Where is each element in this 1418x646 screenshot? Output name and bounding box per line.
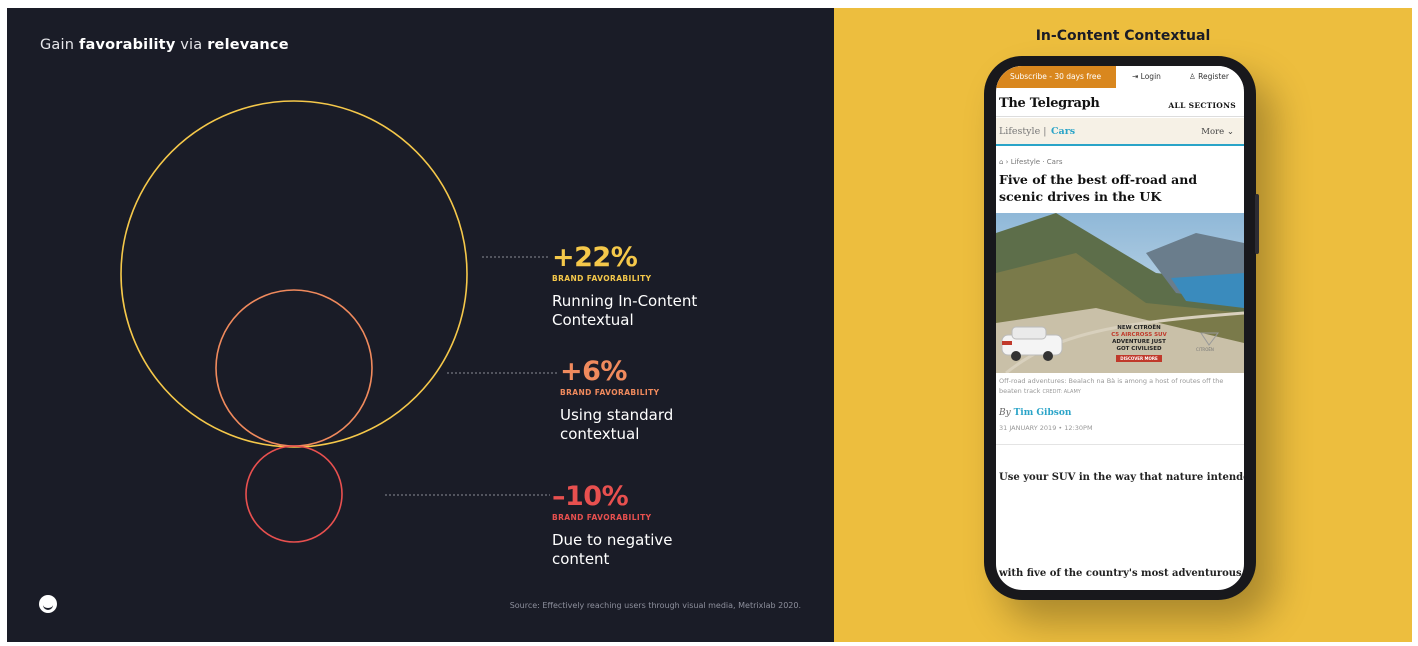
all-sections-link[interactable]: ALL SECTIONS	[1168, 101, 1236, 110]
publish-date: 31 JANUARY 2019 • 12:30PM	[999, 424, 1093, 432]
example-panel: In-Content Contextual Subscribe - 30 day…	[834, 8, 1412, 642]
small-circle	[245, 445, 343, 543]
stat-standard-contextual: +6% BRAND FAVORABILITY Using standard con…	[560, 358, 673, 444]
divider	[996, 444, 1244, 445]
breadcrumb: ⌂ › Lifestyle · Cars	[999, 158, 1063, 166]
ad-brand: CITROËN	[1196, 347, 1214, 352]
site-logo[interactable]: The Telegraph	[999, 96, 1100, 111]
section-link-lifestyle[interactable]: Lifestyle |	[999, 126, 1046, 137]
masthead: The Telegraph ALL SECTIONS	[996, 88, 1244, 117]
chevron-down-icon: ⌄	[1226, 127, 1234, 137]
stat-percent: –10%	[552, 481, 629, 512]
nested-circles-graphic	[120, 100, 557, 543]
site-topbar: Subscribe - 30 days free ⇥ Login ♙ Regis…	[996, 66, 1244, 88]
example-title: In-Content Contextual	[1035, 28, 1211, 44]
stat-description: Due to negative content	[552, 531, 673, 568]
login-link[interactable]: ⇥ Login	[1132, 66, 1161, 88]
more-menu[interactable]: More ⌄	[1201, 127, 1234, 137]
stat-label: BRAND FAVORABILITY	[560, 388, 660, 397]
stat-in-content: +22% BRAND FAVORABILITY Running In-Conte…	[552, 244, 697, 330]
phone-screen: Subscribe - 30 days free ⇥ Login ♙ Regis…	[996, 66, 1244, 590]
phone-mockup: Subscribe - 30 days free ⇥ Login ♙ Regis…	[984, 56, 1259, 600]
medium-circle	[215, 289, 373, 447]
source-note: Source: Effectively reaching users throu…	[509, 601, 801, 610]
subscribe-button[interactable]: Subscribe - 30 days free	[996, 66, 1116, 88]
login-icon: ⇥	[1132, 72, 1141, 81]
stats-panel: Gain favorability via relevance +22% BRA…	[7, 8, 834, 642]
byline: By Tim Gibson	[999, 408, 1072, 418]
photo-caption: Off-road adventures: Bealach na Bà is am…	[999, 377, 1224, 395]
stat-percent: +6%	[560, 356, 627, 387]
ad-text[interactable]: NEW CITROËN C5 AIRCROSS SUV ADVENTURE JU…	[1094, 325, 1184, 363]
stat-description: Running In-Content Contextual	[552, 292, 698, 329]
stat-label: BRAND FAVORABILITY	[552, 274, 652, 283]
author-link[interactable]: Tim Gibson	[1014, 408, 1072, 418]
section-bar: Lifestyle | Cars More ⌄	[996, 118, 1244, 146]
stat-negative-content: –10% BRAND FAVORABILITY Due to negative c…	[552, 483, 672, 569]
section-link-cars[interactable]: Cars	[1051, 126, 1075, 137]
large-circle	[120, 100, 468, 448]
stat-label: BRAND FAVORABILITY	[552, 513, 652, 522]
stat-percent: +22%	[552, 242, 638, 273]
user-icon: ♙	[1189, 72, 1199, 81]
register-link[interactable]: ♙ Register	[1189, 66, 1229, 88]
ad-cta-button[interactable]: DISCOVER MORE	[1116, 355, 1162, 362]
article-headline: Five of the best off-road and scenic dri…	[999, 172, 1198, 204]
home-icon[interactable]: ⌂	[999, 158, 1003, 166]
article-body-line: Use your SUV in the way that nature inte…	[999, 472, 1244, 483]
article-body-line: with five of the country's most adventur…	[999, 568, 1242, 579]
stat-description: Using standard contextual	[560, 406, 674, 443]
phone-side-button	[1255, 194, 1259, 254]
article-photo: NEW CITROËN C5 AIRCROSS SUV ADVENTURE JU…	[996, 213, 1244, 373]
smile-logo-icon	[39, 595, 57, 613]
